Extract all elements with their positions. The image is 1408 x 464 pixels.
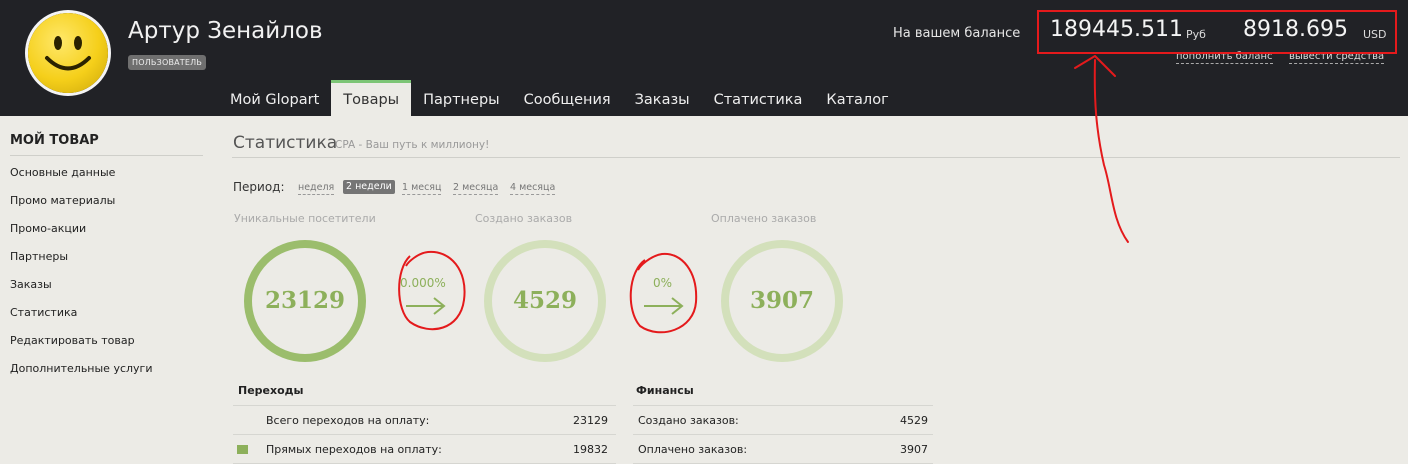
arrow-right-icon <box>406 297 446 315</box>
sidebar-title: МОЙ ТОВАР <box>10 133 203 156</box>
row-value: 3907 <box>900 443 928 456</box>
sidebar-item-extra-services[interactable]: Дополнительные услуги <box>10 360 152 388</box>
metric-label-visitors: Уникальные посетители <box>234 212 376 225</box>
legend-swatch <box>237 445 248 454</box>
nav-orders[interactable]: Заказы <box>623 80 702 116</box>
table-row: Создано заказов: 4529 <box>633 406 933 435</box>
nav-statistics[interactable]: Статистика <box>702 80 815 116</box>
nav-messages[interactable]: Сообщения <box>512 80 623 116</box>
sidebar-item-orders[interactable]: Заказы <box>10 276 152 304</box>
orders-created-value: 4529 <box>512 287 577 314</box>
page-title: Статистика <box>233 133 338 153</box>
period-label: Период: <box>233 180 285 194</box>
conversion-rate-1: 0.000% <box>400 276 446 290</box>
sidebar-item-partners[interactable]: Партнеры <box>10 248 152 276</box>
sidebar-item-promo-materials[interactable]: Промо материалы <box>10 192 152 220</box>
metric-label-orders-created: Создано заказов <box>475 212 573 225</box>
title-divider <box>232 157 1400 158</box>
orders-paid-value: 3907 <box>749 287 814 314</box>
conversion-rate-2: 0% <box>653 276 673 290</box>
row-label: Оплачено заказов: <box>638 443 748 456</box>
arrow-right-icon <box>644 297 684 315</box>
visitors-value: 23129 <box>264 287 346 314</box>
user-name: Артур Зенайлов <box>128 18 323 44</box>
table-row: Прямых переходов на оплату: 19832 <box>233 435 616 464</box>
period-2-weeks[interactable]: 2 недели <box>343 180 395 194</box>
row-label: Прямых переходов на оплату: <box>266 443 442 456</box>
period-week[interactable]: неделя <box>298 182 335 195</box>
nav-my-glopart[interactable]: Мой Glopart <box>218 80 331 116</box>
sidebar-item-promo-actions[interactable]: Промо-акции <box>10 220 152 248</box>
nav-products[interactable]: Товары <box>331 80 412 116</box>
period-4-months[interactable]: 4 месяца <box>510 182 556 195</box>
role-badge: ПОЛЬЗОВАТЕЛЬ <box>128 55 207 70</box>
row-label: Всего переходов на оплату: <box>266 414 430 427</box>
finance-table: Создано заказов: 4529 Оплачено заказов: … <box>633 405 933 464</box>
nav-catalog[interactable]: Каталог <box>814 80 900 116</box>
transitions-table: Всего переходов на оплату: 23129 Прямых … <box>233 405 616 464</box>
sidebar-item-main-data[interactable]: Основные данные <box>10 164 152 192</box>
avatar[interactable] <box>28 13 108 93</box>
balance-label: На вашем балансе <box>893 26 1021 41</box>
nav-partners[interactable]: Партнеры <box>411 80 512 116</box>
table-row: Всего переходов на оплату: 23129 <box>233 406 616 435</box>
row-value: 23129 <box>573 414 608 427</box>
annotation-highlight-box <box>1037 10 1397 54</box>
sidebar-menu: Основные данные Промо материалы Промо-ак… <box>10 164 152 388</box>
period-2-months[interactable]: 2 месяца <box>453 182 499 195</box>
sidebar-item-edit-product[interactable]: Редактировать товар <box>10 332 152 360</box>
row-value: 4529 <box>900 414 928 427</box>
period-1-month[interactable]: 1 месяц <box>402 182 442 195</box>
metric-label-orders-paid: Оплачено заказов <box>711 212 817 225</box>
row-value: 19832 <box>573 443 608 456</box>
page-subtitle: CPA - Ваш путь к миллиону! <box>335 139 490 151</box>
transitions-title: Переходы <box>238 384 304 397</box>
finance-title: Финансы <box>636 384 694 397</box>
table-row: Оплачено заказов: 3907 <box>633 435 933 464</box>
smiley-icon <box>45 36 91 71</box>
sidebar-item-statistics[interactable]: Статистика <box>10 304 152 332</box>
main-nav: Мой Glopart Товары Партнеры Сообщения За… <box>218 80 901 116</box>
row-label: Создано заказов: <box>638 414 739 427</box>
